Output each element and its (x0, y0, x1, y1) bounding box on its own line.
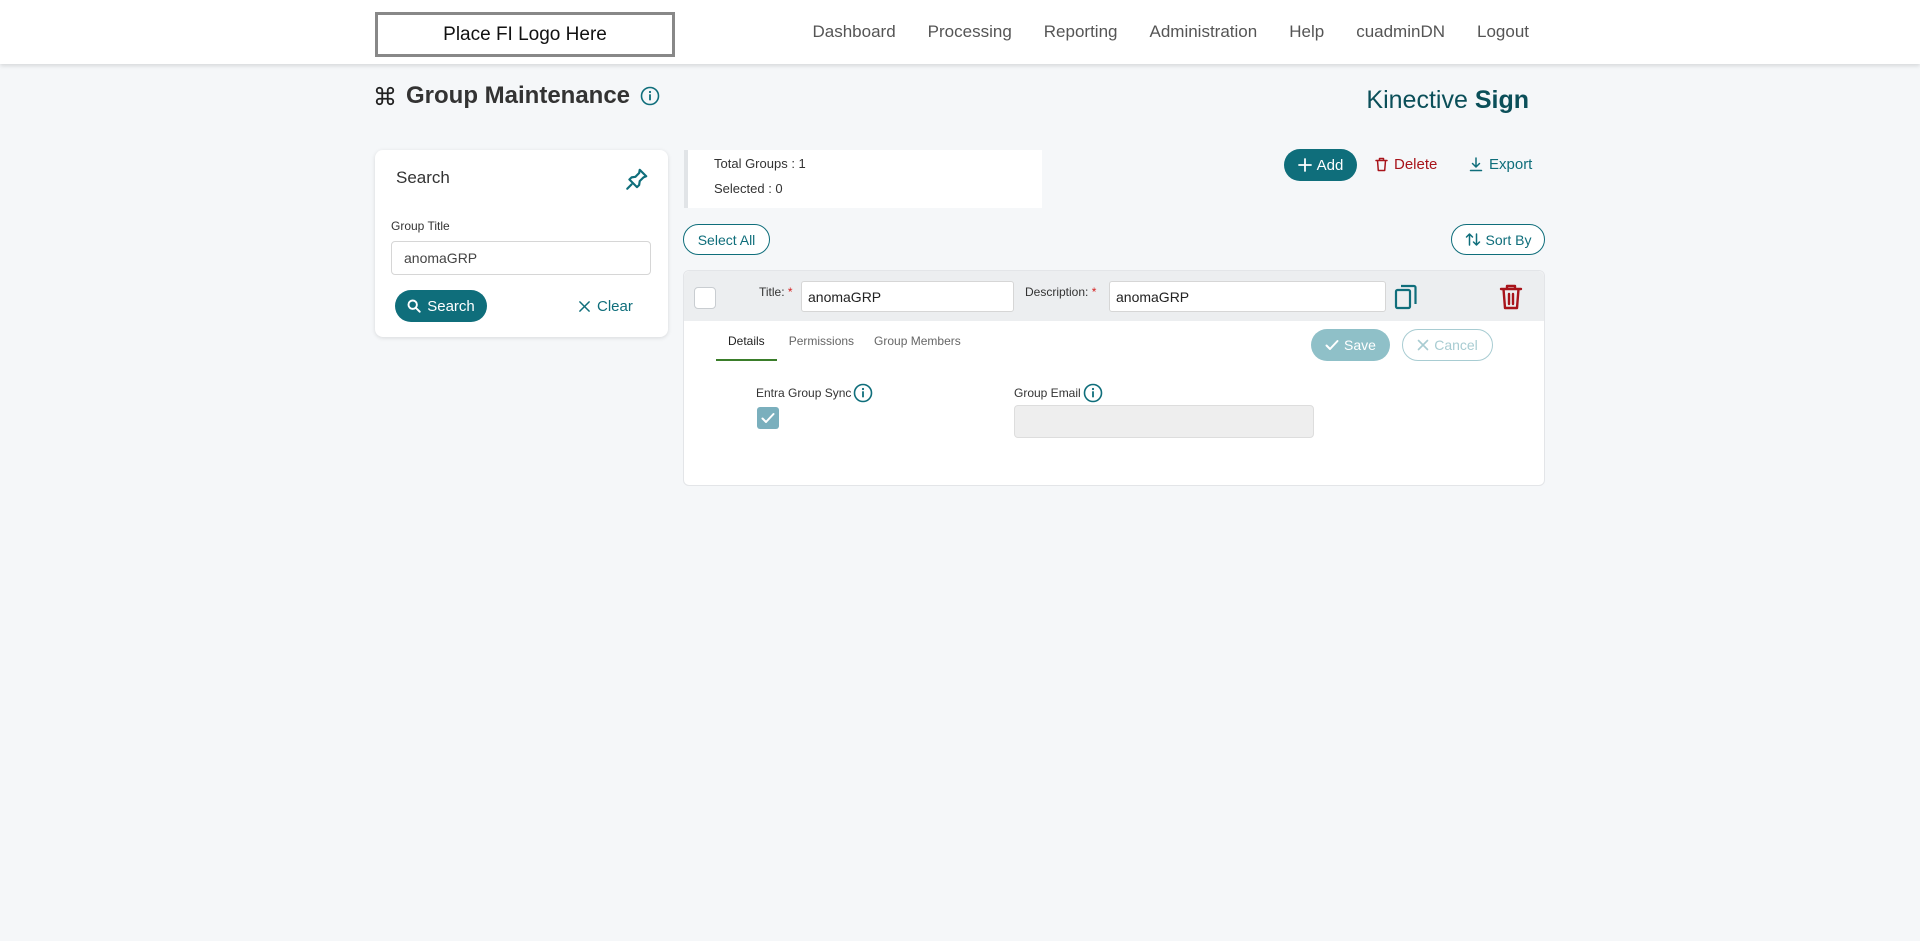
trash-icon (1375, 157, 1388, 172)
sort-by-button[interactable]: Sort By (1451, 224, 1545, 255)
download-icon (1469, 157, 1483, 172)
info-icon[interactable] (640, 86, 660, 106)
title-label: Title: * (759, 285, 793, 299)
nav-reporting[interactable]: Reporting (1044, 22, 1118, 42)
group-email-field[interactable] (1014, 405, 1314, 438)
save-button[interactable]: Save (1311, 329, 1390, 361)
close-icon (579, 300, 590, 312)
info-icon[interactable] (1083, 383, 1103, 403)
main-nav: Dashboard Processing Reporting Administr… (813, 22, 1530, 42)
group-card: Title: * Description: * Details Permissi… (683, 270, 1545, 486)
total-groups-count: Total Groups : 1 (714, 156, 806, 171)
add-button[interactable]: Add (1284, 149, 1357, 181)
brand-name-bold: Sign (1474, 86, 1529, 114)
tab-details[interactable]: Details (716, 327, 777, 361)
command-icon (374, 85, 396, 107)
group-tabs: Details Permissions Group Members (716, 327, 973, 361)
title-label-text: Title: (759, 285, 785, 299)
add-button-label: Add (1316, 156, 1344, 174)
save-button-label: Save (1344, 337, 1376, 353)
group-card-header: Title: * Description: * (684, 271, 1544, 321)
cancel-button-label: Cancel (1434, 337, 1478, 353)
brand-name-light: Kinective (1366, 86, 1468, 114)
top-navbar: Place FI Logo Here Dashboard Processing … (0, 0, 1920, 64)
sort-icon (1465, 233, 1480, 246)
export-button[interactable]: Export (1469, 156, 1532, 173)
delete-button-label: Delete (1394, 156, 1438, 173)
required-marker: * (1091, 285, 1097, 299)
logo-placeholder[interactable]: Place FI Logo Here (375, 12, 675, 57)
nav-user-account[interactable]: cuadminDN (1356, 22, 1445, 42)
export-button-label: Export (1489, 156, 1533, 173)
tab-group-members[interactable]: Group Members (866, 327, 969, 361)
nav-logout[interactable]: Logout (1477, 22, 1529, 42)
check-icon (1325, 340, 1339, 350)
required-marker: * (787, 285, 793, 299)
info-icon[interactable] (853, 383, 873, 403)
close-icon (1417, 339, 1429, 351)
description-label: Description: * (1025, 285, 1096, 299)
group-email-label: Group Email (1014, 383, 1103, 403)
description-label-text: Description: (1025, 285, 1089, 299)
page-header: Group Maintenance (374, 82, 660, 110)
brand-logo: Kinective Sign (1366, 86, 1529, 115)
pin-icon[interactable] (624, 166, 650, 192)
sort-by-label: Sort By (1485, 231, 1532, 248)
search-button[interactable]: Search (395, 290, 487, 322)
group-summary: Total Groups : 1 Selected : 0 (684, 150, 1042, 208)
entra-group-sync-label-text: Entra Group Sync (756, 386, 852, 400)
group-description-input[interactable] (1109, 281, 1386, 312)
group-title-label: Group Title (391, 219, 450, 233)
group-email-label-text: Group Email (1014, 386, 1081, 400)
group-title-search-input[interactable] (391, 241, 651, 275)
search-panel: Search Group Title Search Clear (375, 150, 668, 337)
search-icon (407, 299, 421, 313)
nav-administration[interactable]: Administration (1150, 22, 1258, 42)
cancel-button[interactable]: Cancel (1402, 329, 1493, 361)
entra-group-sync-checkbox[interactable] (757, 407, 779, 429)
entra-group-sync-label: Entra Group Sync (756, 383, 873, 403)
page-title: Group Maintenance (406, 82, 631, 109)
nav-help[interactable]: Help (1289, 22, 1324, 42)
check-icon (761, 413, 775, 423)
selected-count: Selected : 0 (714, 181, 783, 196)
plus-icon (1297, 158, 1312, 172)
group-select-checkbox[interactable] (694, 287, 716, 309)
copy-icon[interactable] (1393, 283, 1419, 311)
group-title-input[interactable] (801, 281, 1014, 312)
select-all-button[interactable]: Select All (683, 224, 770, 255)
nav-dashboard[interactable]: Dashboard (813, 22, 896, 42)
clear-button[interactable]: Clear (578, 290, 633, 322)
search-button-label: Search (427, 297, 475, 315)
nav-processing[interactable]: Processing (928, 22, 1012, 42)
search-panel-title: Search (396, 168, 450, 187)
tab-permissions[interactable]: Permissions (781, 327, 862, 361)
clear-button-label: Clear (597, 297, 633, 315)
delete-button[interactable]: Delete (1375, 156, 1437, 173)
delete-group-icon[interactable] (1499, 283, 1523, 311)
